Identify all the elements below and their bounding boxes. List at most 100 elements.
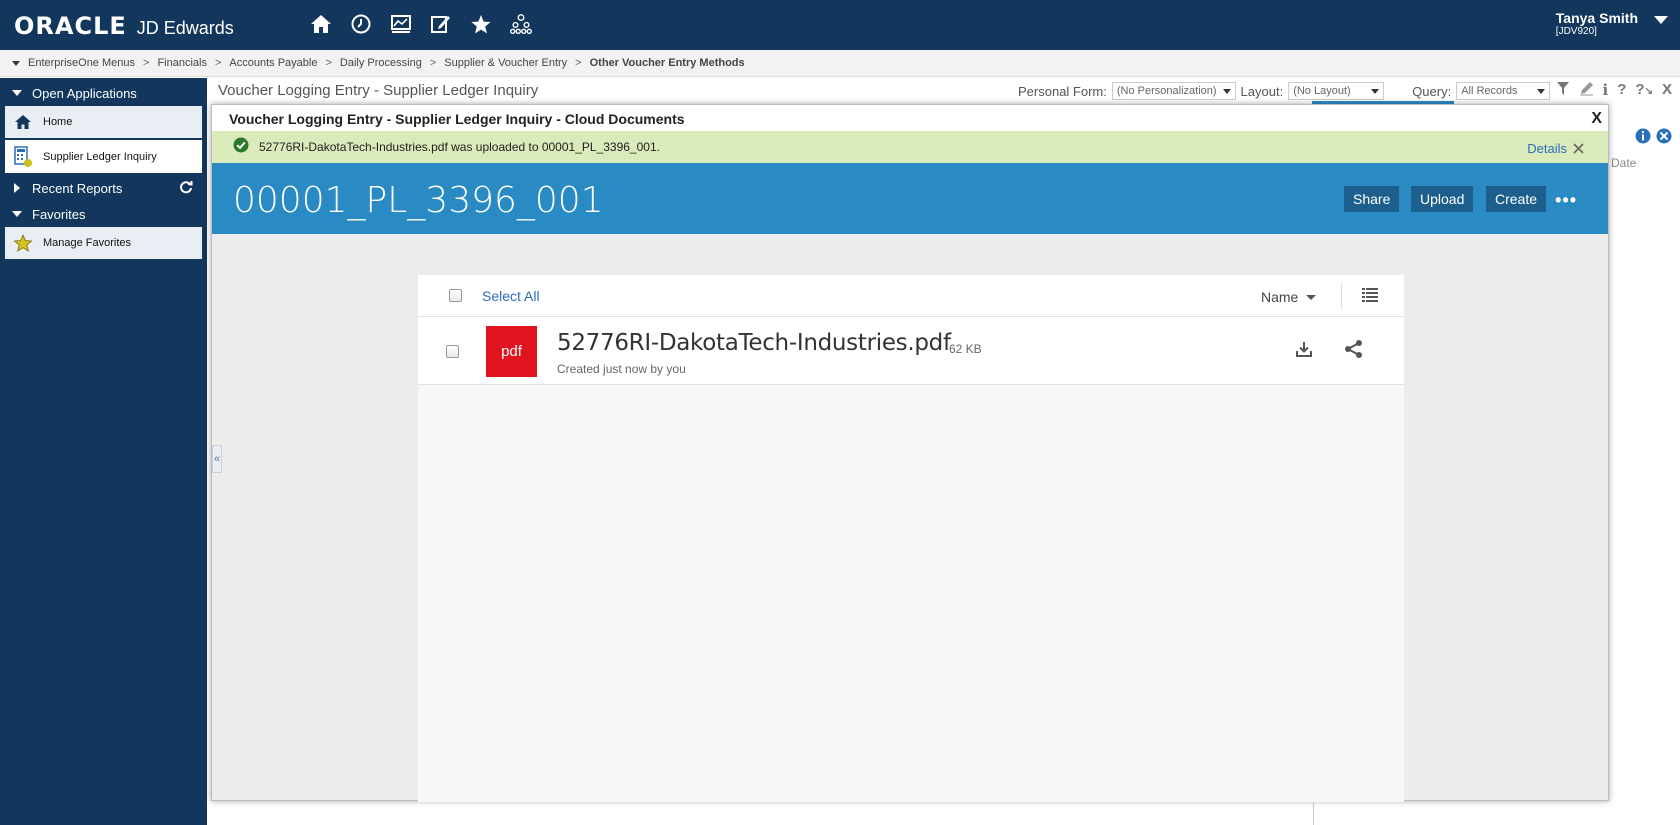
top-nav-icons [310,12,532,36]
recent-reports-label: Recent Reports [32,180,123,196]
filter-icon[interactable] [1556,81,1570,100]
dialog-titlebar: Voucher Logging Entry - Supplier Ledger … [212,105,1608,131]
logo-product: JD Edwards [136,18,234,38]
chevron-down-icon [1222,88,1231,94]
folder-name: 00001_PL_3396_001 [233,180,604,221]
bg-icons [1635,127,1673,150]
open-applications-label: Open Applications [32,85,137,101]
chevron-down-icon [1537,88,1546,94]
app-toolbar: Personal Form: (No Personalization) Layo… [1018,82,1551,100]
share-button[interactable]: Share [1344,186,1400,212]
sidebar-item-supplier-ledger-inquiry[interactable]: Supplier Ledger Inquiry [5,140,202,173]
open-applications-header[interactable]: Open Applications [0,80,207,106]
collapse-icon [12,211,22,217]
sort-label: Name [1261,289,1299,305]
favorites-header[interactable]: Favorites [0,201,207,227]
app-window: ORACLE JD Edwards Tanya Smith [JDV920] E… [0,0,1680,825]
breadcrumb-separator: > [214,57,222,69]
breadcrumb-item[interactable]: Daily Processing [340,57,422,69]
sidebar-item-manage-favorites[interactable]: Manage Favorites [5,227,202,259]
layout-select[interactable]: (No Layout) [1288,82,1385,100]
personal-form-label: Personal Form: [1018,83,1107,99]
chart-icon[interactable] [390,12,412,36]
recent-icon[interactable] [350,12,372,36]
home-icon [13,112,33,132]
breadcrumb-item[interactable]: Financials [157,57,207,69]
folder-header: 00001_PL_3396_001 Share Upload Create ••… [212,163,1608,234]
chevron-down-icon [1306,294,1317,300]
notification-message: 52776RI-DakotaTech-Industries.pdf was up… [259,140,660,154]
user-menu[interactable]: Tanya Smith [JDV920] [1556,10,1638,37]
sidebar-item-label: Supplier Ledger Inquiry [43,150,157,163]
user-name: Tanya Smith [1555,10,1638,26]
details-label: Details [1527,141,1567,156]
file-meta: Created just now by you [557,362,686,376]
file-row[interactable]: pdf 52776RI-DakotaTech-Industries.pdf 62… [418,317,1404,385]
share-icon[interactable] [1344,339,1364,364]
pdf-file-icon[interactable]: pdf [486,326,537,377]
pencil-icon[interactable] [1579,81,1594,100]
breadcrumb-separator: > [575,57,582,69]
close-icon[interactable] [1573,143,1584,154]
file-name[interactable]: 52776RI-DakotaTech-Industries.pdf [557,330,951,356]
query-select[interactable]: All Records [1456,82,1551,100]
logo-oracle: ORACLE [14,12,127,40]
query-value: All Records [1461,85,1518,97]
breadcrumb-item[interactable]: EnterpriseOne Menus [28,57,135,69]
breadcrumb-separator: > [325,57,332,69]
sidebar: Open Applications Home Supplier Ledger I… [0,78,207,825]
layout-value: (No Layout) [1293,85,1351,97]
expand-panel-icon[interactable]: « [212,445,222,473]
dialog-close-button[interactable]: X [1591,110,1602,128]
sort-dropdown[interactable]: Name [1261,289,1317,305]
recent-reports-header[interactable]: Recent Reports [0,175,207,201]
app-title: Voucher Logging Entry - Supplier Ledger … [218,82,539,99]
app-tool-icons: i ? ?↘ X [1556,81,1672,100]
personal-form-value: (No Personalization) [1116,85,1217,97]
sidebar-item-label: Home [43,116,73,128]
select-all-checkbox[interactable] [449,289,462,302]
file-size: 62 KB [949,342,982,356]
sidebar-item-label: Manage Favorites [43,237,132,249]
chevron-down-icon [1371,88,1380,94]
document-list-panel: Select All Name pdf 52776RI-DakotaTech-I… [418,275,1404,802]
divider [1341,283,1342,309]
star-icon[interactable] [470,12,492,36]
help-search-icon[interactable]: ?↘ [1635,81,1653,100]
edit-icon[interactable] [430,12,452,36]
breadcrumb-caret-icon[interactable] [12,60,20,66]
cloud-documents-dialog: Voucher Logging Entry - Supplier Ledger … [211,104,1609,802]
user-environment: [JDV920] [1555,26,1597,37]
upload-button[interactable]: Upload [1411,186,1474,212]
breadcrumb-current: Other Voucher Entry Methods [589,57,745,69]
breadcrumb-item[interactable]: Accounts Payable [229,57,317,69]
breadcrumb: EnterpriseOne Menus > Financials > Accou… [0,50,1680,77]
list-header: Select All Name [418,275,1404,317]
star-icon [13,233,33,253]
select-all-link[interactable]: Select All [482,288,540,304]
close-icon[interactable]: X [1662,81,1672,100]
more-options-button[interactable]: ••• [1555,190,1577,211]
dialog-title: Voucher Logging Entry - Supplier Ledger … [229,111,685,127]
home-icon[interactable] [310,12,332,36]
sidebar-item-home[interactable]: Home [5,106,202,138]
breadcrumb-separator: > [143,57,150,69]
help-icon[interactable]: ? [1617,81,1626,100]
query-label: Query: [1412,83,1452,99]
create-button[interactable]: Create [1486,186,1547,212]
list-view-icon[interactable] [1362,288,1378,307]
personal-form-select[interactable]: (No Personalization) [1111,82,1236,100]
success-check-icon [233,137,249,158]
refresh-icon[interactable] [179,180,193,197]
breadcrumb-item[interactable]: Supplier & Voucher Entry [444,57,567,69]
expand-icon [14,183,20,193]
favorites-label: Favorites [32,206,86,222]
info-icon[interactable]: i [1603,81,1609,100]
org-chart-icon[interactable] [510,12,532,36]
download-icon[interactable] [1295,340,1313,363]
user-dropdown-icon[interactable] [1654,16,1668,24]
divider [1313,800,1314,825]
file-checkbox[interactable] [446,345,459,358]
top-bar: ORACLE JD Edwards Tanya Smith [JDV920] [0,0,1680,50]
details-link[interactable]: Details [1527,141,1584,156]
